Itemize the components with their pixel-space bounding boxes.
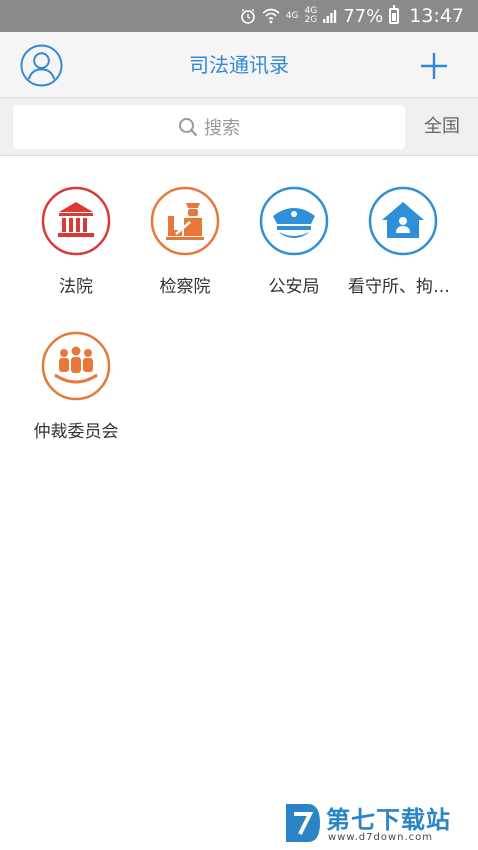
- search-placeholder: 搜索: [204, 118, 240, 139]
- alarm-icon: [241, 8, 255, 24]
- people-group-icon: [41, 331, 111, 401]
- search-row: 搜索 全国: [0, 98, 478, 156]
- category-label: 仲裁委员会: [33, 422, 119, 442]
- category-police[interactable]: 公安局: [239, 186, 349, 297]
- category-detention[interactable]: 看守所、拘留所: [348, 186, 458, 297]
- watermark-text: 第七下载站: [326, 806, 451, 834]
- prosecutor-icon: [150, 186, 220, 256]
- wifi-icon: [262, 8, 280, 24]
- category-arbitration[interactable]: 仲裁委员会: [21, 331, 131, 442]
- police-cap-icon: [259, 186, 329, 256]
- app-bar: 司法通讯录: [0, 32, 478, 98]
- battery-percent: 77%: [343, 5, 384, 27]
- battery-icon: [389, 5, 400, 24]
- watermark: 第七下载站 www.d7down.com: [282, 800, 472, 846]
- house-person-icon: [368, 186, 438, 256]
- search-input[interactable]: 搜索: [13, 105, 405, 149]
- d7-logo-icon: [286, 804, 320, 842]
- signal-icon: [323, 10, 337, 23]
- watermark-url: www.d7down.com: [328, 832, 434, 843]
- category-label: 公安局: [268, 277, 320, 297]
- page-title: 司法通讯录: [189, 53, 289, 77]
- clock: 13:47: [409, 5, 464, 27]
- category-court[interactable]: 法院: [21, 186, 131, 297]
- category-label: 法院: [59, 277, 93, 297]
- category-prosecutor[interactable]: 检察院: [130, 186, 240, 297]
- network-type-2: 4G 2G: [304, 6, 318, 25]
- status-bar: 4G 4G 2G 77% 13:47: [0, 0, 478, 32]
- search-icon: [179, 118, 198, 137]
- add-icon[interactable]: [420, 52, 448, 80]
- network-type-1: 4G: [285, 10, 299, 21]
- region-selector[interactable]: 全国: [424, 98, 460, 156]
- courthouse-icon: [41, 186, 111, 256]
- category-label: 检察院: [159, 277, 211, 297]
- category-label: 看守所、拘留所: [348, 277, 458, 297]
